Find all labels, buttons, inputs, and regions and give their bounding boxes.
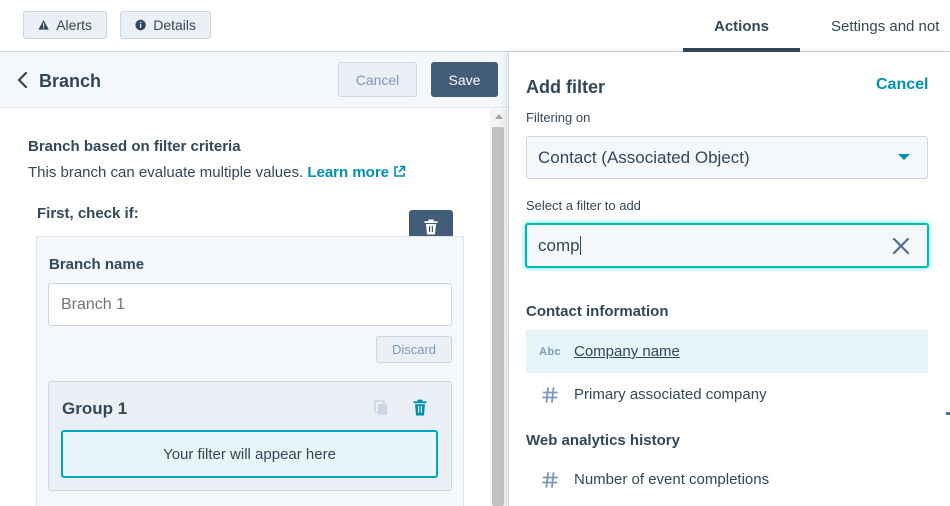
filter-option-company-name[interactable]: Abc Company name (526, 330, 928, 373)
number-type-icon (542, 471, 558, 488)
learn-more-link[interactable]: Learn more (307, 164, 406, 181)
scroll-up-arrow-icon[interactable] (495, 114, 503, 119)
filter-drop-zone[interactable]: Your filter will appear here (61, 430, 438, 478)
tab-settings[interactable]: Settings and not (831, 0, 939, 52)
filter-option-label: Company name (574, 343, 680, 360)
filter-option-number-of-event-completions[interactable]: Number of event completions (526, 458, 928, 501)
scrollbar-thumb[interactable] (492, 127, 504, 506)
group-title: Group 1 (62, 399, 128, 418)
details-label: Details (153, 17, 196, 33)
discard-button[interactable]: Discard (376, 336, 452, 363)
text-type-icon: Abc (539, 345, 561, 358)
trash-icon (424, 219, 438, 235)
filter-search-input[interactable]: comp (525, 223, 929, 268)
top-bar: Alerts Details Actions Settings and not (0, 0, 950, 52)
copy-icon[interactable] (374, 400, 388, 416)
criteria-description-text: This branch can evaluate multiple values… (28, 164, 304, 181)
learn-more-label: Learn more (307, 164, 390, 181)
add-filter-cancel-link[interactable]: Cancel (876, 76, 928, 94)
section-heading-contact-information: Contact information (526, 303, 669, 320)
filtering-on-label: Filtering on (526, 110, 591, 125)
caret-down-icon (898, 154, 910, 160)
branch-name-input[interactable] (48, 283, 452, 326)
criteria-description: This branch can evaluate multiple values… (28, 164, 406, 181)
alerts-label: Alerts (56, 17, 92, 33)
number-type-icon (542, 386, 558, 403)
filter-search-value: comp (538, 236, 580, 255)
criteria-title: Branch based on filter criteria (28, 138, 241, 155)
text-cursor (579, 236, 581, 255)
panel-title: Branch (39, 71, 102, 91)
cancel-button[interactable]: Cancel (338, 62, 417, 97)
filtering-on-select[interactable]: Contact (Associated Object) (526, 136, 928, 179)
filter-option-primary-associated-company[interactable]: Primary associated company (526, 373, 928, 416)
external-link-icon (394, 165, 406, 177)
info-icon (135, 19, 146, 31)
warning-icon (38, 20, 49, 30)
details-button[interactable]: Details (120, 11, 211, 39)
filtering-on-value: Contact (Associated Object) (538, 148, 750, 167)
tab-actions[interactable]: Actions (714, 0, 769, 52)
trash-icon[interactable] (413, 399, 427, 416)
filter-option-label: Primary associated company (574, 386, 767, 403)
close-icon[interactable] (892, 237, 910, 255)
add-filter-title: Add filter (526, 77, 605, 97)
alerts-button[interactable]: Alerts (23, 11, 107, 39)
tab-actions-label: Actions (714, 17, 770, 35)
select-filter-label: Select a filter to add (526, 198, 641, 213)
branch-name-label: Branch name (49, 256, 145, 273)
chevron-left-icon[interactable] (16, 71, 30, 89)
tab-settings-label: Settings and not (831, 17, 940, 35)
save-button[interactable]: Save (431, 62, 498, 97)
first-check-label: First, check if: (37, 205, 139, 222)
filter-option-label: Number of event completions (574, 471, 770, 488)
branch-panel-header: Branch Cancel Save (0, 52, 508, 108)
edge-divider (946, 412, 950, 415)
section-heading-web-analytics-history: Web analytics history (526, 432, 680, 449)
